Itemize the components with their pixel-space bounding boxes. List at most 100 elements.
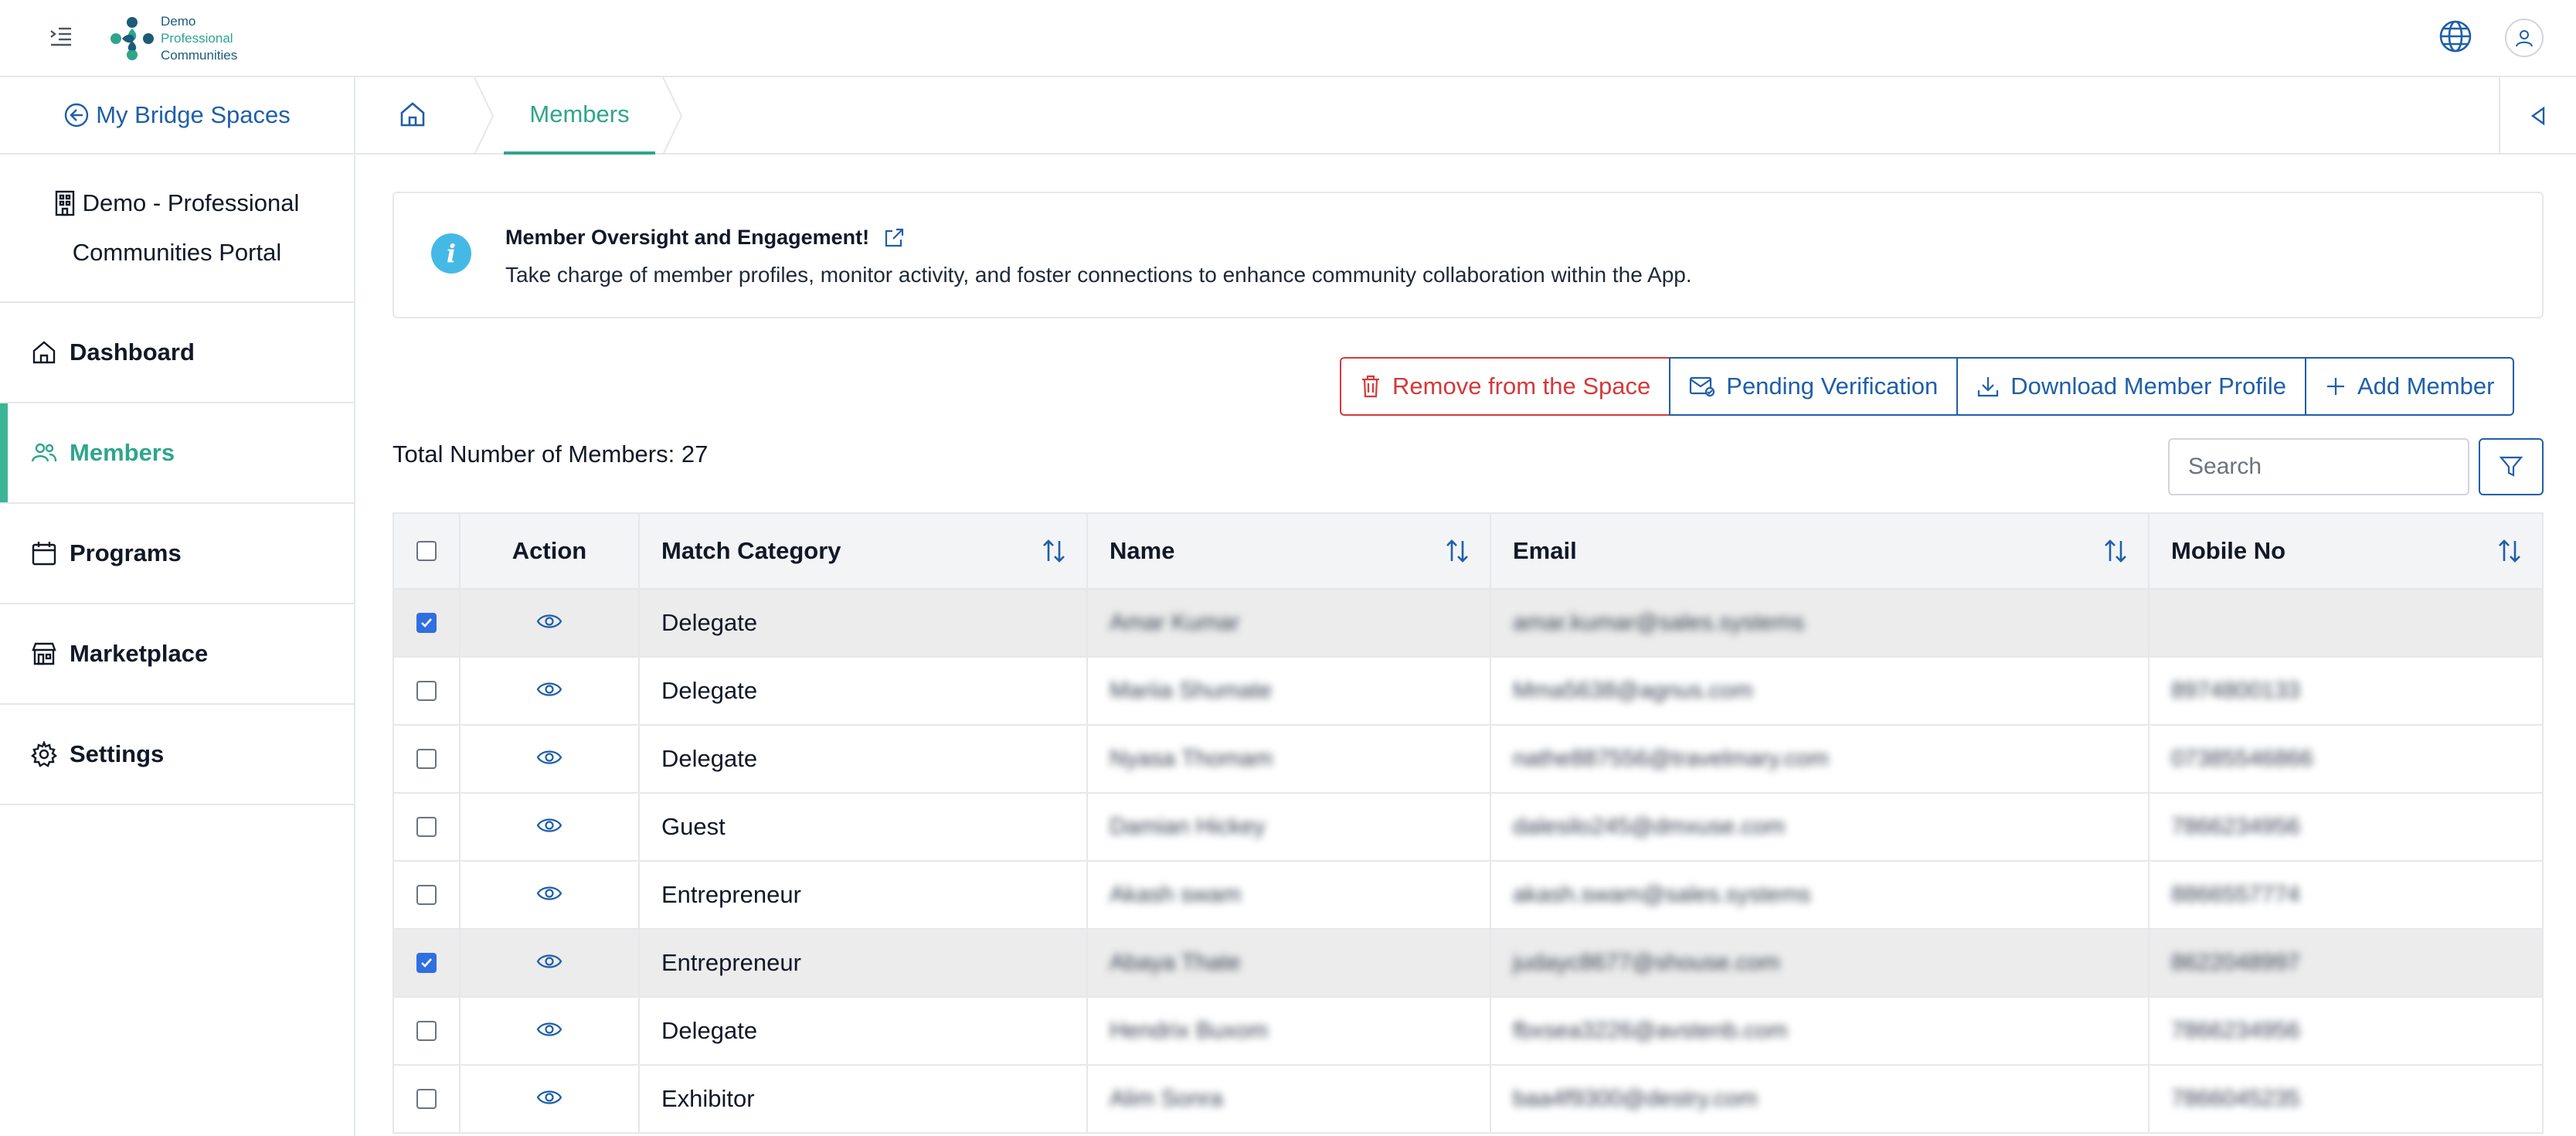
mail-check-icon <box>1690 376 1715 397</box>
table-row[interactable]: Delegate Hendrix Buxom fbxsea3226@avstenb.… <box>394 998 2542 1066</box>
eye-icon[interactable] <box>536 745 562 773</box>
breadcrumb-current[interactable]: Members <box>504 77 655 155</box>
pending-verification-button[interactable]: Pending Verification <box>1669 357 1959 416</box>
table-row[interactable]: Entrepreneur Abaya Thate judayc8677@shouse… <box>394 930 2542 998</box>
email-value: nathe887556@travelmary.com <box>1513 746 1829 771</box>
app-logo[interactable]: Demo Professional Communities <box>107 9 246 68</box>
sidebar-item-label: Members <box>70 439 175 466</box>
row-select-cell <box>394 1066 460 1132</box>
cell-mobile: 7866234956 <box>2149 794 2542 860</box>
sidebar-item-marketplace[interactable]: Marketplace <box>0 604 354 705</box>
user-icon <box>2516 30 2533 47</box>
cell-mobile <box>2149 590 2542 656</box>
cell-name: Hendrix Buxom <box>1088 998 1491 1064</box>
user-profile-button[interactable] <box>2505 19 2544 57</box>
row-select-cell <box>394 998 460 1064</box>
cell-name: Mariia Shumate <box>1088 658 1491 724</box>
eye-icon[interactable] <box>536 677 562 705</box>
cell-email: judayc8677@shouse.com <box>1491 930 2149 996</box>
table-row[interactable]: Guest Damian Hickey dalesilo245@dmxuse.com… <box>394 794 2542 862</box>
sort-icon[interactable] <box>2496 537 2523 565</box>
sort-icon[interactable] <box>1040 537 1068 565</box>
menu-toggle-icon[interactable] <box>48 23 74 49</box>
plus-icon <box>2326 378 2344 395</box>
home-icon <box>32 341 56 364</box>
cell-email: amar.kumar@sales.systems <box>1491 590 2149 656</box>
mobile-value: 7866045235 <box>2171 1086 2300 1111</box>
sidebar-item-settings[interactable]: Settings <box>0 705 354 805</box>
sort-icon[interactable] <box>2102 537 2129 565</box>
back-to-spaces-link[interactable]: My Bridge Spaces <box>0 77 354 155</box>
row-checkbox[interactable] <box>416 885 437 905</box>
download-button-label: Download Member Profile <box>2010 372 2286 400</box>
row-checkbox[interactable] <box>416 1021 437 1041</box>
back-link-label: My Bridge Spaces <box>96 101 291 128</box>
eye-icon[interactable] <box>536 609 562 637</box>
eye-icon[interactable] <box>536 1017 562 1045</box>
sort-icon[interactable] <box>1443 537 1471 565</box>
row-select-cell <box>394 590 460 656</box>
header-mobile[interactable]: Mobile No <box>2149 514 2542 588</box>
globe-icon[interactable] <box>2438 19 2473 54</box>
row-checkbox[interactable] <box>416 1089 437 1109</box>
building-icon <box>55 190 74 216</box>
collapse-panel-button[interactable] <box>2499 77 2576 155</box>
name-value: Hendrix Buxom <box>1110 1018 1269 1043</box>
select-all-checkbox[interactable] <box>416 541 437 561</box>
members-table: Action Match Category Name Email Mobile … <box>393 512 2544 1134</box>
eye-icon[interactable] <box>536 813 562 841</box>
table-row[interactable]: Entrepreneur Akash swam akash.swam@sales.s… <box>394 862 2542 930</box>
sidebar-item-programs[interactable]: Programs <box>0 504 354 604</box>
trash-icon <box>1362 375 1379 398</box>
sidebar-item-dashboard[interactable]: Dashboard <box>0 303 354 403</box>
cell-mobile: 8622048997 <box>2149 930 2542 996</box>
row-checkbox[interactable] <box>416 613 437 633</box>
table-row[interactable]: Delegate Amar Kumar amar.kumar@sales.syste… <box>394 590 2542 658</box>
mobile-value: 7866234956 <box>2171 814 2300 839</box>
row-select-cell <box>394 862 460 928</box>
cell-match-category: Entrepreneur <box>640 930 1088 996</box>
portal-name-line2: Communities Portal <box>72 239 282 266</box>
sidebar-item-label: Programs <box>70 539 182 566</box>
name-value: Alim Sonra <box>1110 1086 1223 1111</box>
cell-name: Nyasa Thomam <box>1088 726 1491 792</box>
table-row[interactable]: Delegate Mariia Shumate Mma5638@agnus.com 8… <box>394 658 2542 726</box>
search-input[interactable] <box>2168 438 2469 495</box>
download-member-profile-button[interactable]: Download Member Profile <box>1956 357 2306 416</box>
sidebar-item-label: Dashboard <box>70 338 195 366</box>
name-value: Akash swam <box>1110 882 1242 907</box>
header-name[interactable]: Name <box>1088 514 1491 588</box>
filter-button[interactable] <box>2479 438 2544 495</box>
row-checkbox[interactable] <box>416 749 437 769</box>
external-link-icon[interactable] <box>883 227 905 249</box>
row-action-cell <box>460 930 640 996</box>
total-members-count: Total Number of Members: 27 <box>393 440 709 468</box>
row-action-cell <box>460 794 640 860</box>
row-action-cell <box>460 590 640 656</box>
eye-icon[interactable] <box>536 1085 562 1113</box>
table-row[interactable]: Exhibitor Alim Sonra baa4f9300@destry.com 7… <box>394 1066 2542 1134</box>
pending-button-label: Pending Verification <box>1726 372 1939 400</box>
eye-icon[interactable] <box>536 881 562 909</box>
home-icon[interactable] <box>399 100 430 131</box>
row-checkbox[interactable] <box>416 681 437 701</box>
filter-icon <box>2499 456 2523 477</box>
mobile-value: 7866234956 <box>2171 1018 2300 1043</box>
row-action-cell <box>460 1066 640 1132</box>
header-match-category[interactable]: Match Category <box>640 514 1088 588</box>
breadcrumb: Members <box>355 77 2576 155</box>
add-member-button[interactable]: Add Member <box>2304 357 2515 416</box>
eye-icon[interactable] <box>536 949 562 977</box>
cell-mobile: 07385546866 <box>2149 726 2542 792</box>
cell-match-category: Delegate <box>640 590 1088 656</box>
row-checkbox[interactable] <box>416 817 437 837</box>
row-checkbox[interactable] <box>416 953 437 973</box>
header-label: Email <box>1513 537 1577 564</box>
triangle-left-icon <box>2530 106 2545 126</box>
info-icon: i <box>431 233 471 274</box>
table-row[interactable]: Delegate Nyasa Thomam nathe887556@travelma… <box>394 726 2542 794</box>
remove-from-space-button[interactable]: Remove from the Space <box>1340 357 1671 416</box>
sidebar-item-members[interactable]: Members <box>0 403 354 504</box>
portal-name: Demo - Professional Communities Portal <box>0 155 354 303</box>
header-email[interactable]: Email <box>1491 514 2149 588</box>
